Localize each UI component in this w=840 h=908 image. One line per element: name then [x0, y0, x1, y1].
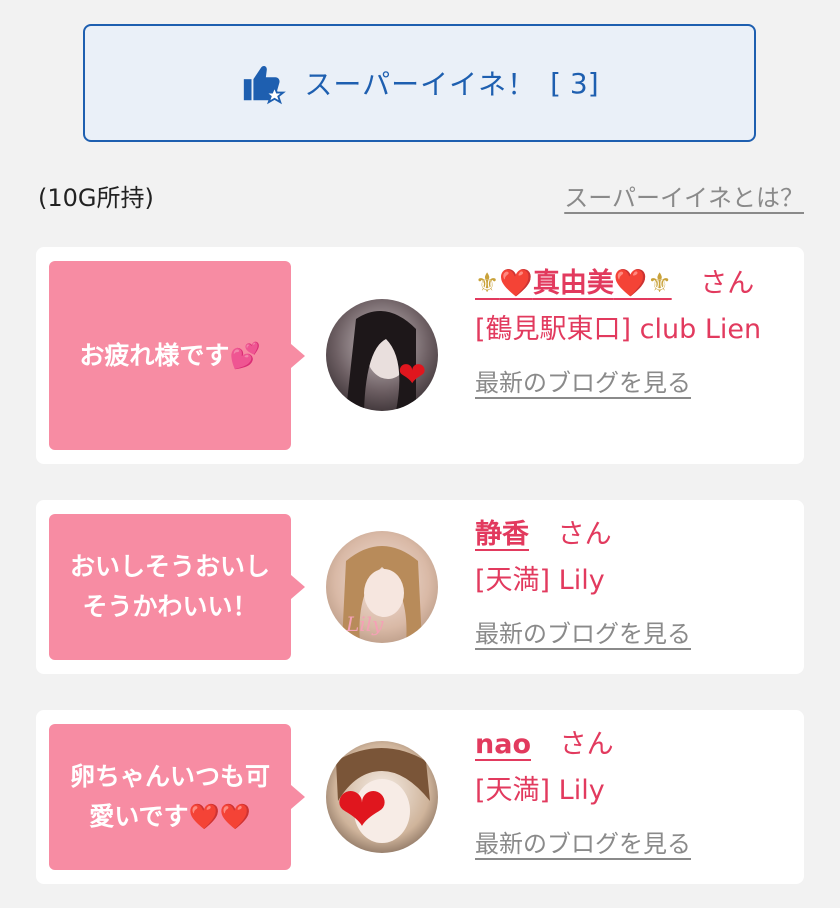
points-holding: (10G所持): [38, 184, 154, 212]
message-text: おいしそうおいしそうかわいい！: [69, 552, 270, 621]
super-like-card: おいしそうおいしそうかわいい！ Lily 静香 さん [天満] Lily 最新の…: [36, 500, 804, 674]
avatar[interactable]: ❤: [326, 299, 438, 411]
latest-blog-link[interactable]: 最新のブログを見る: [475, 614, 691, 649]
honorific: さん: [700, 268, 755, 299]
shop-name: [天満] Lily: [475, 565, 605, 596]
message-bubble: おいしそうおいしそうかわいい！: [49, 514, 305, 660]
message-bubble: 卵ちゃんいつも可愛いです❤️❤️: [49, 724, 305, 870]
thumbs-up-star-icon: [244, 65, 287, 105]
super-like-card: 卵ちゃんいつも可愛いです❤️❤️ ❤ nao さん [天満] Lily 最新のブ…: [36, 710, 804, 884]
honorific: さん: [557, 519, 612, 550]
shop-name: [天満] Lily: [475, 775, 605, 806]
avatar[interactable]: Lily: [326, 531, 438, 643]
svg-text:Lily: Lily: [345, 612, 384, 636]
heart-sticker-icon: ❤: [398, 355, 427, 395]
message-text: お疲れ様です: [79, 340, 230, 370]
hearts-icon: ❤️❤️: [188, 802, 251, 831]
profile-name-link[interactable]: nao: [475, 729, 531, 760]
profile-info: ⚜❤️真由美❤️⚜ さん [鶴見駅東口] club Lien 最新のブログを見る: [475, 263, 784, 398]
what-is-super-like-link[interactable]: スーパーイイネとは？: [564, 178, 804, 213]
avatar-photo: Lily: [326, 531, 438, 643]
message-bubble: お疲れ様です💕: [49, 261, 305, 450]
fleur-de-lis-icon: ⚜: [475, 268, 500, 299]
profile-name-link[interactable]: 静香: [475, 519, 529, 550]
heart-icon: ❤️: [613, 268, 648, 299]
heart-icon: ❤️: [499, 268, 533, 299]
honorific: さん: [559, 729, 614, 760]
super-like-card: お疲れ様です💕 ❤ ⚜❤️真由美❤️⚜ さん [鶴見駅東口] club Lien…: [36, 247, 804, 464]
shop-name: [鶴見駅東口] club Lien: [475, 314, 762, 345]
super-like-count: [ 3]: [550, 66, 599, 100]
latest-blog-link[interactable]: 最新のブログを見る: [475, 824, 691, 859]
super-like-button[interactable]: スーパーイイネ！ [ 3]: [83, 24, 756, 142]
profile-info: nao さん [天満] Lily 最新のブログを見る: [475, 724, 784, 859]
profile-name-link[interactable]: ⚜❤️真由美❤️⚜: [475, 268, 672, 299]
avatar[interactable]: ❤: [326, 741, 438, 853]
profile-info: 静香 さん [天満] Lily 最新のブログを見る: [475, 514, 784, 649]
sparkling-hearts-icon: 💕: [229, 340, 261, 370]
fleur-de-lis-icon: ⚜: [647, 268, 672, 299]
latest-blog-link[interactable]: 最新のブログを見る: [475, 363, 691, 398]
super-like-label: スーパーイイネ！: [304, 68, 537, 101]
profile-name: 真由美: [532, 268, 614, 299]
heart-sticker-icon: ❤: [336, 773, 388, 846]
